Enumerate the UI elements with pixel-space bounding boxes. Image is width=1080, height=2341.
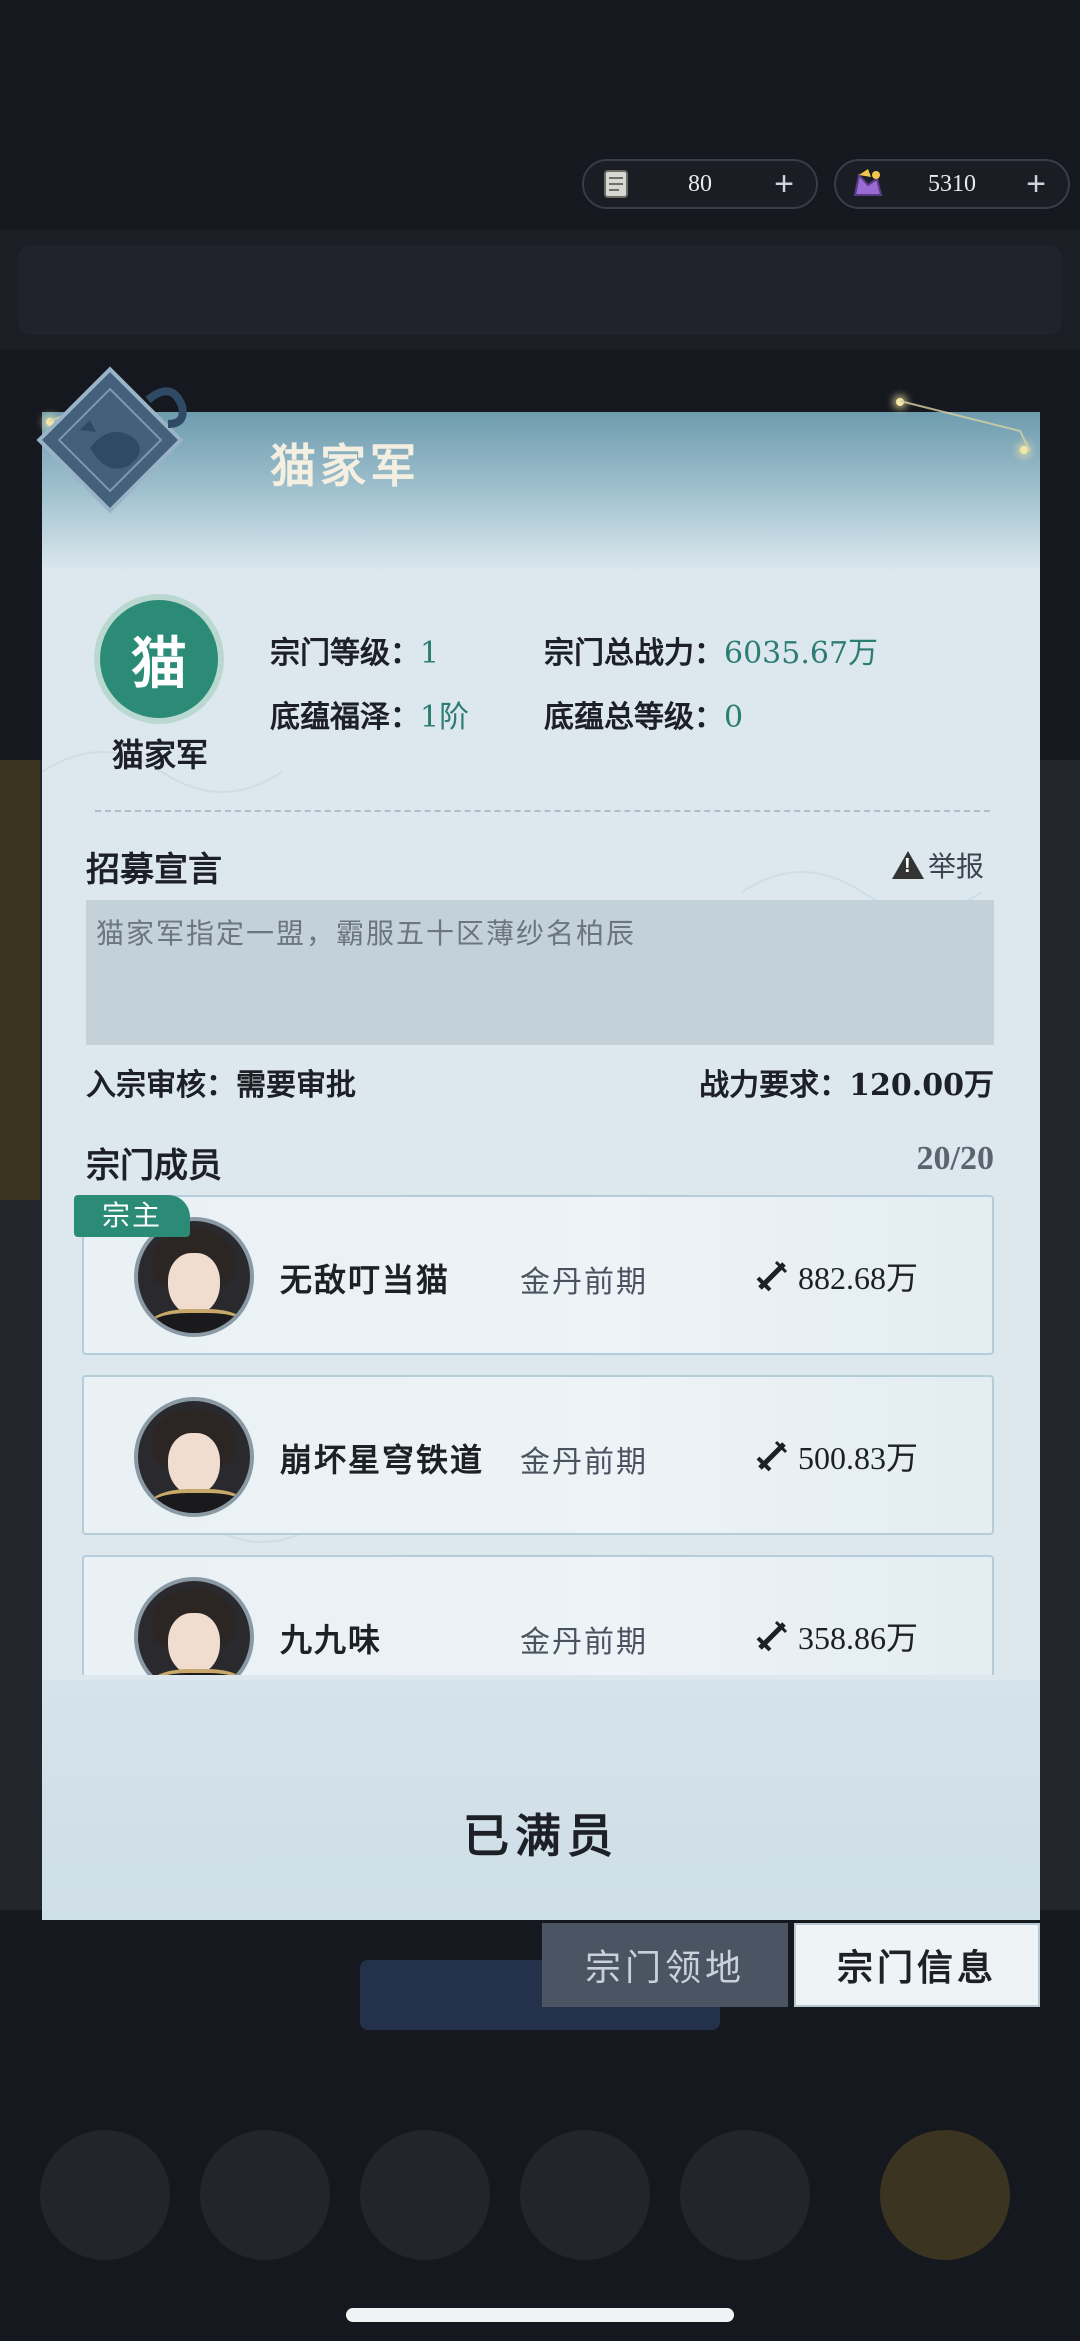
member-row[interactable]: 崩坏星穹铁道 金丹前期 500.83万 [82, 1375, 994, 1535]
member-power: 500.83万 [754, 1433, 918, 1479]
currency-pill-1: 80 + [582, 159, 818, 209]
member-power: 882.68万 [754, 1253, 918, 1299]
background-search-bar [18, 245, 1062, 335]
leader-badge: 宗主 [74, 1195, 190, 1237]
sect-heritage-level: 底蕴总等级：0 [544, 692, 743, 736]
report-label: 举报 [928, 850, 985, 883]
sect-level-label: 宗门等级： [270, 636, 420, 671]
members-title: 宗门成员 [86, 1146, 222, 1186]
member-rank: 金丹前期 [520, 1265, 648, 1300]
sect-total-power: 宗门总战力：6035.67万 [544, 628, 878, 672]
sect-total-power-value: 6035.67万 [724, 636, 879, 671]
recruit-title: 招募宣言 [86, 850, 222, 890]
member-row[interactable]: 九九味 金丹前期 358.86万 [82, 1555, 994, 1675]
background-avatar-row [0, 2110, 1080, 2260]
sword-power-icon [756, 1620, 788, 1652]
sect-level-value: 1 [420, 636, 440, 671]
sect-heritage-value: 0 [724, 700, 744, 735]
home-indicator[interactable] [346, 2308, 734, 2322]
members-count: 20/20 [916, 1140, 994, 1177]
member-name: 九九味 [280, 1621, 383, 1659]
member-power: 358.86万 [754, 1613, 918, 1659]
scroll-token-icon [596, 164, 636, 204]
background-side-strip [0, 760, 40, 1200]
member-name: 崩坏星穹铁道 [280, 1441, 485, 1479]
join-review: 入宗审核：需要审批 [86, 1068, 356, 1103]
member-power-value: 882.68万 [798, 1260, 919, 1296]
sect-blessing: 底蕴福泽：1阶 [270, 692, 469, 736]
add-currency-1-button[interactable]: + [764, 165, 804, 204]
member-power-value: 358.86万 [798, 1620, 919, 1656]
treasure-token-icon [848, 164, 888, 204]
sect-badge-char: 猫 [131, 630, 187, 697]
member-avatar [134, 1397, 254, 1517]
sect-blessing-label: 底蕴福泽： [270, 700, 420, 735]
sect-heritage-label: 底蕴总等级： [544, 700, 724, 735]
member-list[interactable]: 无敌叮当猫 金丹前期 882.68万 崩坏星穹铁道 金丹前期 500.83万 九… [80, 1195, 1000, 1675]
section-divider [95, 810, 990, 812]
background-avatar [520, 2130, 650, 2260]
member-rank: 金丹前期 [520, 1625, 648, 1660]
panel-title: 猫家军 [270, 439, 420, 493]
sect-badge: 猫 [100, 600, 218, 718]
member-rank: 金丹前期 [520, 1445, 648, 1480]
member-row[interactable]: 无敌叮当猫 金丹前期 882.68万 [82, 1195, 994, 1355]
background-avatar [360, 2130, 490, 2260]
power-requirement: 战力要求：120.00万 [699, 1068, 994, 1103]
background-avatar [200, 2130, 330, 2260]
add-currency-2-button[interactable]: + [1016, 165, 1056, 204]
currency-value-2: 5310 [928, 170, 976, 197]
currency-value-1: 80 [688, 170, 712, 197]
currency-pill-2: 5310 + [834, 159, 1070, 209]
sect-total-power-label: 宗门总战力： [544, 636, 724, 671]
tab-sect-territory[interactable]: 宗门领地 [542, 1923, 788, 2007]
member-avatar [134, 1577, 254, 1675]
member-name: 无敌叮当猫 [280, 1261, 451, 1299]
warning-icon [892, 851, 924, 879]
sword-power-icon [756, 1440, 788, 1472]
sect-blessing-value: 1阶 [420, 700, 470, 735]
sword-power-icon [756, 1260, 788, 1292]
report-button[interactable]: 举报 [892, 845, 984, 885]
sect-name: 猫家军 [111, 736, 208, 774]
recruit-manifesto: 猫家军指定一盟，霸服五十区薄纱名柏辰 [86, 900, 994, 1045]
tab-sect-info[interactable]: 宗门信息 [794, 1923, 1040, 2007]
sect-emblem-icon [36, 366, 187, 514]
background-avatar [40, 2130, 170, 2260]
background-avatar [880, 2130, 1010, 2260]
background-avatar [680, 2130, 810, 2260]
full-status: 已满员 [463, 1809, 619, 1863]
member-power-value: 500.83万 [798, 1440, 919, 1476]
sect-level: 宗门等级：1 [270, 628, 439, 672]
